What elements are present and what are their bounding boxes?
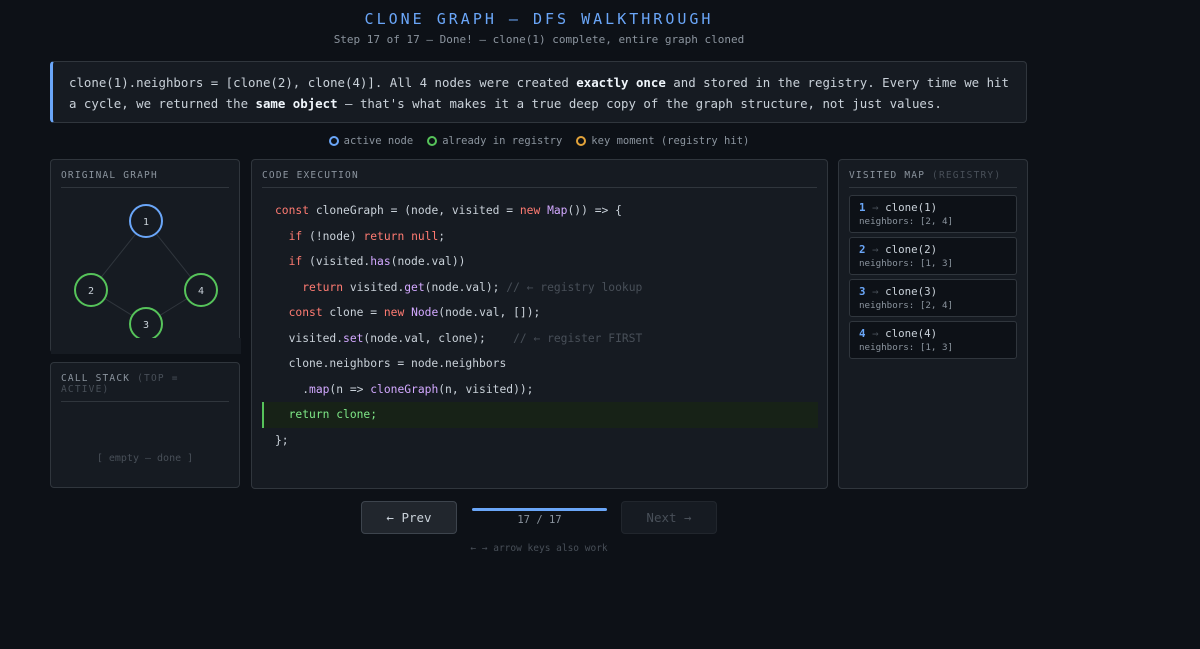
- active-dot-icon: [328, 136, 339, 146]
- explanation-text-3: — that's what makes it a true deep copy …: [337, 96, 942, 111]
- entry-neighbors: neighbors: [1, 3]: [859, 258, 954, 269]
- entry-key: 1: [859, 201, 866, 214]
- entry-value: clone(3): [885, 285, 938, 298]
- code-line-active: return clone;: [262, 402, 818, 428]
- entry-value: clone(2): [885, 243, 938, 256]
- progress-bar: [472, 508, 607, 511]
- keyboard-hint: ← → arrow keys also work: [470, 543, 608, 554]
- call-stack-panel: CALL STACK (TOP = ACTIVE) [ empty — done…: [50, 362, 240, 488]
- node-label: 3: [143, 320, 149, 331]
- original-graph-panel: ORIGINAL GRAPH 1 2 4 3: [50, 159, 241, 354]
- entry-key: 2: [859, 243, 866, 256]
- visited-entry: 1 → clone(1) neighbors: [2, 4]: [849, 195, 1017, 233]
- entry-key: 4: [859, 327, 866, 340]
- visited-title-text: VISITED MAP: [849, 170, 926, 181]
- entry-neighbors: neighbors: [2, 4]: [859, 216, 954, 227]
- graph-node-3: 3: [129, 307, 163, 341]
- code-block: const cloneGraph = (node, visited = new …: [262, 198, 818, 453]
- explanation-bold-2: same object: [255, 96, 338, 111]
- code-line: clone.neighbors = node.neighbors: [275, 357, 507, 370]
- legend-registry: already in registry: [427, 135, 562, 147]
- entry-value: clone(1): [885, 201, 938, 214]
- progress-fill: [472, 508, 607, 511]
- visited-entry: 3 → clone(3) neighbors: [2, 4]: [849, 279, 1017, 317]
- arrow-right-icon: →: [872, 285, 879, 298]
- node-label: 4: [198, 286, 204, 297]
- arrow-right-icon: →: [872, 327, 879, 340]
- visited-entry: 4 → clone(4) neighbors: [1, 3]: [849, 321, 1017, 359]
- legend-key-moment: key moment (registry hit): [576, 135, 749, 147]
- entry-value: clone(4): [885, 327, 938, 340]
- node-label: 1: [143, 217, 149, 228]
- graph-node-4: 4: [184, 273, 218, 307]
- graph-clip-mask: [51, 338, 241, 354]
- visited-title-dim: (REGISTRY): [932, 170, 1002, 181]
- code-line: const cloneGraph = (node, visited = new …: [275, 204, 622, 217]
- registry-dot-icon: [427, 136, 438, 146]
- explanation-bold-1: exactly once: [576, 75, 666, 90]
- code-line: };: [275, 433, 289, 447]
- stack-empty-text: [ empty — done ]: [96, 453, 194, 464]
- code-line: if (!node) return null;: [288, 229, 446, 243]
- graph-node-1: 1: [129, 204, 163, 238]
- node-label: 2: [88, 286, 94, 297]
- arrow-right-icon: →: [872, 201, 879, 214]
- key-moment-dot-icon: [576, 136, 587, 146]
- code-line: if (visited.has(node.val)): [288, 255, 466, 268]
- code-line: visited.set(node.val, clone); // ← regis…: [275, 331, 643, 345]
- legend-label: key moment (registry hit): [591, 135, 750, 147]
- prev-button[interactable]: ← Prev: [361, 501, 457, 534]
- entry-neighbors: neighbors: [2, 4]: [859, 300, 954, 311]
- page-title: CLONE GRAPH — DFS WALKTHROUGH: [364, 10, 714, 28]
- code-execution-panel: CODE EXECUTION const cloneGraph = (node,…: [251, 159, 828, 489]
- code-line: .map(n => cloneGraph(n, visited));: [275, 382, 534, 396]
- code-panel-title: CODE EXECUTION: [262, 170, 817, 188]
- stack-panel-title: CALL STACK (TOP = ACTIVE): [61, 373, 229, 402]
- code-line: const clone = new Node(node.val, []);: [288, 306, 541, 319]
- legend-label: active node: [343, 135, 414, 147]
- legend-active: active node: [328, 135, 414, 147]
- visited-panel-title: VISITED MAP (REGISTRY): [849, 170, 1017, 188]
- step-subtitle: Step 17 of 17 — Done! — clone(1) complet…: [333, 33, 745, 46]
- entry-key: 3: [859, 285, 866, 298]
- explanation-text-1: clone(1).neighbors = [clone(2), clone(4)…: [69, 75, 577, 90]
- code-line: return visited.get(node.val); // ← regis…: [302, 280, 643, 294]
- next-button[interactable]: Next →: [621, 501, 717, 534]
- legend-label: already in registry: [442, 135, 563, 147]
- graph-canvas: 1 2 4 3: [51, 204, 241, 354]
- visited-map-panel: VISITED MAP (REGISTRY) 1 → clone(1) neig…: [838, 159, 1028, 489]
- step-counter: 17 / 17: [517, 514, 562, 526]
- entry-neighbors: neighbors: [1, 3]: [859, 342, 954, 353]
- explanation-box: clone(1).neighbors = [clone(2), clone(4)…: [50, 61, 1027, 123]
- visited-entry: 2 → clone(2) neighbors: [1, 3]: [849, 237, 1017, 275]
- graph-node-2: 2: [74, 273, 108, 307]
- legend: active node already in registry key mome…: [0, 135, 1078, 147]
- arrow-right-icon: →: [872, 243, 879, 256]
- stack-title-text: CALL STACK: [61, 373, 131, 384]
